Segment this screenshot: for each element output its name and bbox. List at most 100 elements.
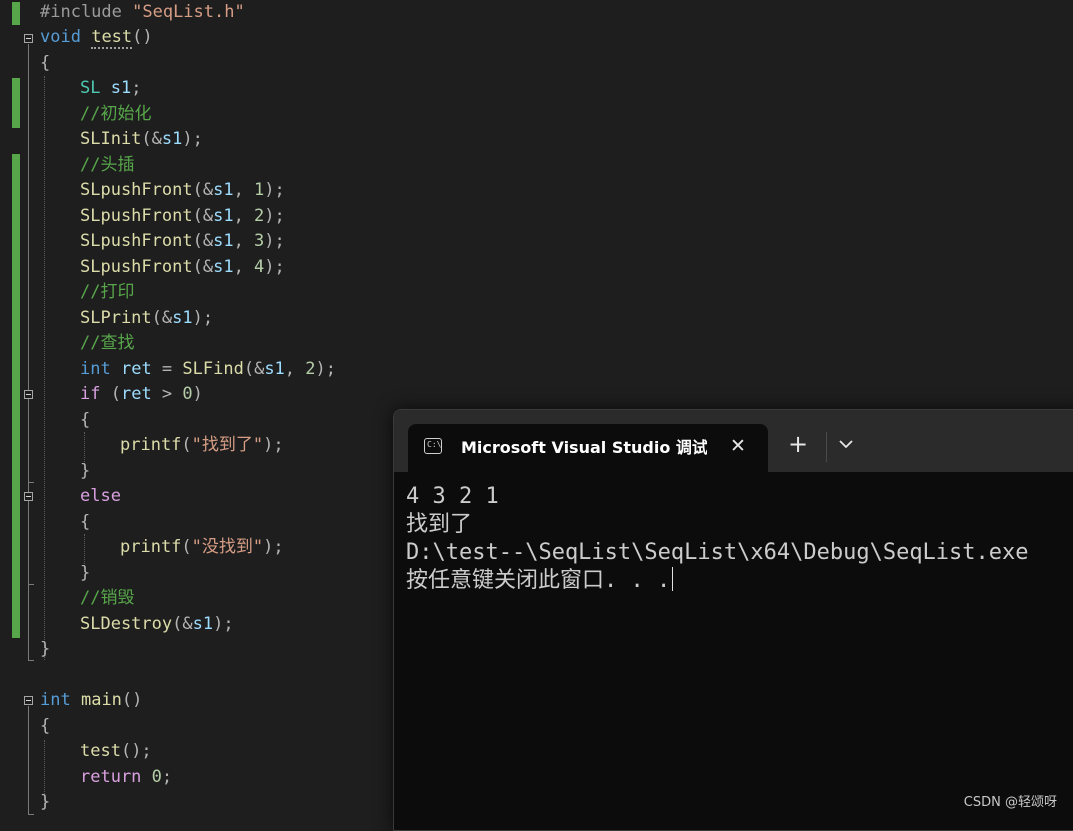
punctuation: ) xyxy=(192,384,203,404)
code-line[interactable]: } xyxy=(80,561,90,586)
variable: ret xyxy=(120,384,152,404)
variable: s1 xyxy=(264,359,285,379)
code-line[interactable]: //初始化 xyxy=(80,102,151,127)
function-name[interactable]: test xyxy=(91,27,133,49)
variable: ret xyxy=(120,359,152,379)
collapse-else-block-icon[interactable] xyxy=(24,492,33,501)
variable: s1 xyxy=(172,308,193,328)
code-line[interactable]: SLpushFront(&s1, 1); xyxy=(80,178,285,203)
tab-separator xyxy=(826,432,827,462)
code-line[interactable]: SLDestroy(&s1); xyxy=(80,612,234,637)
code-line[interactable]: { xyxy=(80,408,90,433)
collapse-main-function-icon[interactable] xyxy=(24,696,33,705)
punctuation: ); xyxy=(182,129,203,149)
change-indicator xyxy=(12,2,20,25)
function-call: SLDestroy xyxy=(80,614,173,634)
code-line[interactable]: SLpushFront(&s1, 3); xyxy=(80,229,285,254)
code-line[interactable]: SL s1; xyxy=(80,76,141,101)
code-line[interactable]: int ret = SLFind(&s1, 2); xyxy=(80,357,336,382)
comment: //初始化 xyxy=(80,104,152,124)
code-line[interactable]: { xyxy=(40,714,50,739)
new-tab-button[interactable]: + xyxy=(786,432,810,456)
punctuation: ); xyxy=(192,308,214,328)
number: 4 xyxy=(254,257,265,277)
terminal-icon-glyph: C:\ xyxy=(427,440,442,449)
include-path: "SeqList.h" xyxy=(132,2,245,22)
punctuation: (& xyxy=(192,231,214,251)
punctuation: ); xyxy=(264,231,285,251)
brace: } xyxy=(40,792,51,812)
number: 0 xyxy=(182,384,193,404)
punctuation: ( xyxy=(100,384,121,404)
keyword: int xyxy=(40,690,71,710)
chevron-down-icon[interactable] xyxy=(834,432,858,456)
code-line[interactable]: { xyxy=(80,510,90,535)
function-call: SLPrint xyxy=(80,308,152,328)
debug-console-window[interactable]: C:\ Microsoft Visual Studio 调试控制台 ✕ + 4 … xyxy=(393,409,1073,831)
control-keyword: if xyxy=(80,384,101,404)
code-line[interactable]: SLpushFront(&s1, 4); xyxy=(80,255,285,280)
tab-title: Microsoft Visual Studio 调试控制台 xyxy=(461,438,707,457)
punctuation: ); xyxy=(213,614,234,634)
code-line[interactable]: SLpushFront(&s1, 2); xyxy=(80,204,285,229)
number: 0 xyxy=(151,767,162,787)
code-line[interactable]: } xyxy=(40,790,50,815)
code-line[interactable]: } xyxy=(80,459,90,484)
keyword: void xyxy=(40,27,81,47)
punctuation: (& xyxy=(192,257,214,277)
output-line-prompt: 按任意键关闭此窗口. . . xyxy=(406,567,1073,595)
number: 3 xyxy=(254,231,265,251)
code-line[interactable]: if (ret > 0) xyxy=(80,382,203,407)
operator: = xyxy=(151,359,183,379)
fold-end xyxy=(28,584,34,585)
function-call: printf xyxy=(120,435,182,455)
code-line[interactable]: SLPrint(&s1); xyxy=(80,306,213,331)
code-line[interactable]: { xyxy=(40,51,50,76)
code-line[interactable]: //查找 xyxy=(80,331,134,356)
code-line[interactable]: printf("没找到"); xyxy=(120,535,284,560)
code-line[interactable]: return 0; xyxy=(80,765,172,790)
code-line[interactable]: void test() xyxy=(40,25,153,50)
collapse-test-function-icon[interactable] xyxy=(24,34,33,43)
code-line[interactable]: int main() xyxy=(40,688,142,713)
code-line[interactable]: test(); xyxy=(80,739,152,764)
punctuation: ); xyxy=(263,435,284,455)
brace: } xyxy=(80,563,91,583)
code-line[interactable]: //打印 xyxy=(80,280,134,305)
code-line[interactable]: } xyxy=(40,637,50,662)
comment: //销毁 xyxy=(80,588,135,608)
code-line[interactable]: printf("找到了"); xyxy=(120,433,284,458)
fold-line xyxy=(28,44,29,660)
close-icon[interactable]: ✕ xyxy=(726,434,750,458)
punctuation: () xyxy=(132,27,153,47)
punctuation: , xyxy=(233,231,255,251)
code-line[interactable]: SLInit(&s1); xyxy=(80,127,203,152)
code-line[interactable]: else xyxy=(80,484,121,509)
brace: { xyxy=(40,716,51,736)
change-indicator xyxy=(12,154,20,638)
brace: } xyxy=(80,461,91,481)
number: 2 xyxy=(254,206,265,226)
code-line[interactable]: #include "SeqList.h" xyxy=(40,0,245,25)
fold-end xyxy=(28,482,34,483)
brace: { xyxy=(80,410,91,430)
control-keyword: return xyxy=(80,767,142,787)
operator: > xyxy=(151,384,183,404)
fold-end xyxy=(28,660,34,661)
terminal-icon: C:\ xyxy=(424,438,442,454)
variable: s1 xyxy=(213,231,234,251)
code-line[interactable]: //销毁 xyxy=(80,586,134,611)
variable: s1 xyxy=(192,614,214,634)
function-name[interactable]: main xyxy=(81,690,122,710)
collapse-if-block-icon[interactable] xyxy=(24,390,33,399)
function-call: SLpushFront xyxy=(80,257,193,277)
text-cursor xyxy=(672,567,674,591)
prompt-text: 按任意键关闭此窗口. . . xyxy=(406,568,671,593)
punctuation: ; xyxy=(131,78,142,98)
punctuation: (& xyxy=(192,206,214,226)
console-output[interactable]: 4 3 2 1 找到了 D:\test--\SeqList\SeqList\x6… xyxy=(406,483,1073,595)
tab-debug-console[interactable]: C:\ Microsoft Visual Studio 调试控制台 ✕ xyxy=(408,424,768,472)
code-line[interactable]: //头插 xyxy=(80,153,134,178)
